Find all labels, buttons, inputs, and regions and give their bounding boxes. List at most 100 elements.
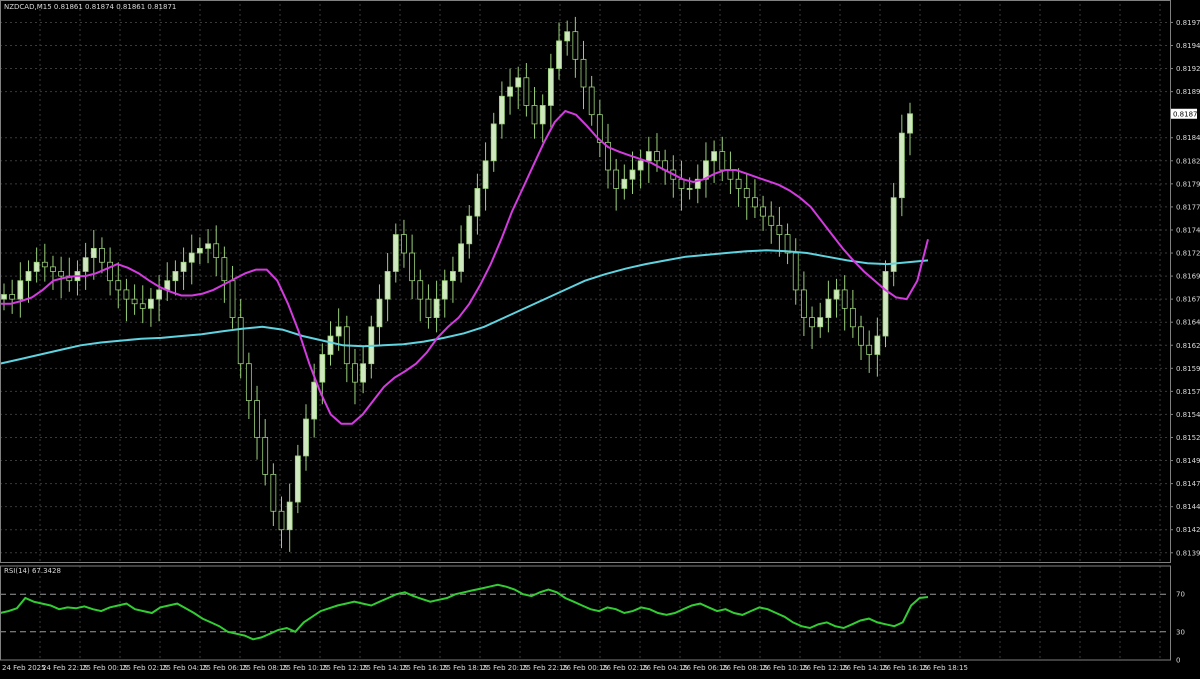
candle-body (108, 262, 113, 280)
candle-body (336, 327, 341, 336)
candle-body (352, 364, 357, 382)
candle-body (491, 124, 496, 161)
candle-body (516, 78, 521, 87)
rsi-axis-label: 30 (1176, 628, 1185, 636)
main-chart-header: NZDCAD,M15 0.81861 0.81874 0.81861 0.818… (4, 3, 176, 11)
price-axis-label: 0.81520 (1176, 434, 1200, 442)
candle-body (304, 419, 309, 456)
candle-body (312, 382, 317, 419)
candle-body (810, 318, 815, 327)
trading-chart-window[interactable]: 0.81970 0.81945 0.81920 0.81895 0.81845 0.818… (0, 0, 1200, 675)
price-axis-label: 0.81945 (1176, 42, 1200, 50)
candle-body (26, 271, 31, 280)
price-axis-label: 0.81845 (1176, 134, 1200, 142)
candle-body (679, 179, 684, 188)
chart-grid (0, 4, 1170, 660)
candle-body (483, 161, 488, 189)
candle-body (393, 235, 398, 272)
candle-body (728, 170, 733, 179)
candle-body (867, 345, 872, 354)
candle-body (148, 299, 153, 308)
candle-body (581, 59, 586, 87)
ma-slow-line (0, 250, 928, 363)
candle-body (752, 198, 757, 207)
candle-body (426, 299, 431, 317)
candle-body (875, 336, 880, 354)
candle-body (2, 295, 7, 300)
rsi-line (0, 585, 928, 640)
candle-body (622, 179, 627, 188)
rsi-axis-label: 0 (1176, 657, 1180, 665)
candle-body (287, 502, 292, 530)
candle-body (401, 235, 406, 253)
candle-body (157, 290, 162, 299)
price-axis-label: 0.81645 (1176, 319, 1200, 327)
candle-body (173, 271, 178, 280)
candle-body (736, 179, 741, 188)
price-axis-label: 0.81970 (1176, 19, 1200, 27)
candle-body (132, 299, 137, 304)
candle-body (255, 401, 260, 438)
candle-body (99, 248, 104, 262)
candle-body (850, 308, 855, 326)
rsi-pane-frame (1, 566, 1171, 660)
candle-body (214, 244, 219, 258)
candle-body (467, 216, 472, 244)
candle-body (744, 188, 749, 197)
price-axis-label: 0.81395 (1176, 549, 1200, 557)
candle-body (222, 258, 227, 281)
candle-body (589, 87, 594, 115)
candle-body (573, 32, 578, 60)
candle-body (361, 364, 366, 382)
candle-body (230, 281, 235, 318)
candle-body (499, 96, 504, 124)
candle-body (124, 290, 129, 299)
candle-body (630, 170, 635, 179)
price-axis-label: 0.81595 (1176, 365, 1200, 373)
price-axis-label: 0.81695 (1176, 273, 1200, 281)
price-axis-label: 0.81770 (1176, 203, 1200, 211)
candle-body (834, 290, 839, 299)
candle-body (328, 336, 333, 354)
candle-body (238, 318, 243, 364)
candle-body (899, 133, 904, 198)
price-axis-label: 0.81720 (1176, 250, 1200, 258)
chart-canvas[interactable]: 0.81970 0.81945 0.81920 0.81895 0.81845 0.818… (0, 0, 1200, 675)
candle-body (42, 262, 47, 267)
candle-body (34, 262, 39, 271)
candle-body (271, 474, 276, 511)
candle-body (442, 281, 447, 299)
candle-body (801, 290, 806, 318)
price-axis-label: 0.81795 (1176, 180, 1200, 188)
candle-body (246, 364, 251, 401)
price-axis-label: 0.81670 (1176, 296, 1200, 304)
price-axis-label: 0.81895 (1176, 88, 1200, 96)
price-axis-label: 0.81920 (1176, 65, 1200, 73)
current-price-label: 0.81871 (1173, 110, 1200, 118)
candle-body (614, 170, 619, 188)
candle-body (18, 281, 23, 299)
candle-body (140, 304, 145, 309)
candle-body (10, 295, 15, 300)
price-axis-label: 0.81820 (1176, 157, 1200, 165)
candle-body (826, 299, 831, 317)
candle-body (189, 253, 194, 262)
price-axis-label: 0.81445 (1176, 503, 1200, 511)
candle-body (712, 152, 717, 161)
candle-body (50, 267, 55, 272)
candle-body (418, 281, 423, 299)
candle-body (687, 188, 692, 189)
candle-body (793, 253, 798, 290)
candle-body (91, 248, 96, 257)
candle-body (532, 105, 537, 123)
candle-body (320, 354, 325, 382)
time-axis-label: 26 Feb 18:15 (922, 664, 968, 672)
candle-body (769, 216, 774, 225)
candle-body (646, 152, 651, 161)
price-axis-label: 0.81545 (1176, 411, 1200, 419)
price-axis-label: 0.81470 (1176, 480, 1200, 488)
ma-fast-line (0, 111, 928, 424)
candle-body (197, 248, 202, 253)
candle-body (59, 271, 64, 276)
rsi-axis-label: 70 (1176, 591, 1185, 599)
